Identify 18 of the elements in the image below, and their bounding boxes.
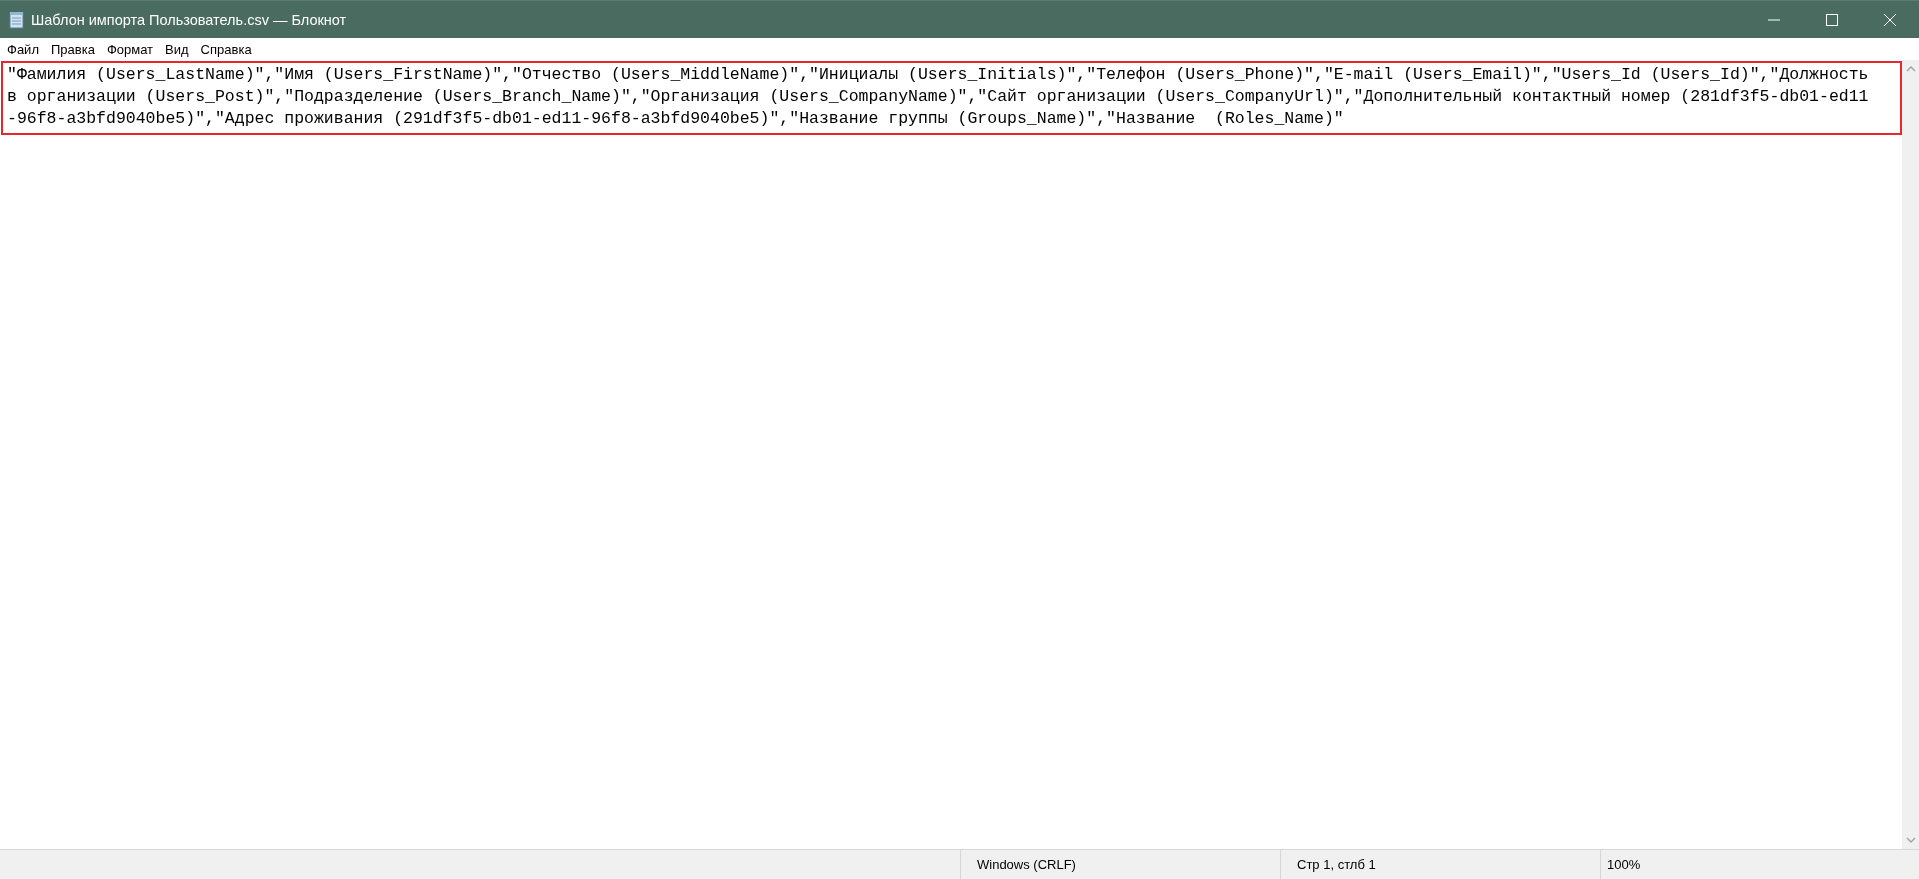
maximize-icon[interactable]: [1826, 13, 1838, 26]
window-title: Шаблон импорта Пользователь.csv — Блокнот: [31, 11, 348, 28]
cursor-position-label: Стр 1, стлб 1: [1297, 857, 1376, 872]
zoom-label: 100%: [1607, 857, 1641, 872]
line-ending-label: Windows (CRLF): [977, 857, 1076, 872]
scroll-up-icon[interactable]: [1905, 66, 1916, 72]
menu-item[interactable]: Формат: [100, 39, 160, 59]
notepad-icon: [9, 10, 25, 29]
text-line: в организации (Users_Post)","Подразделение (Users_Branch_Name)","Организация (Users_CompanyName)","Сайт организации (Users_CompanyUrl)","Дополнительный контактный номер (281df3f5-db01-ed11: [7, 86, 1870, 108]
menu-item[interactable]: Справка: [194, 39, 258, 59]
menu-item[interactable]: Вид: [159, 39, 195, 59]
menu-item[interactable]: Файл: [1, 39, 45, 59]
vertical-scrollbar[interactable]: [1902, 60, 1919, 849]
text-line: -96f8-a3bfd9040be5)","Адрес проживания (291df3f5-db01-ed11-96f8-a3bfd9040be5)","Название группы (Groups_Name)","Название (Roles_Name)": [7, 108, 1345, 130]
close-icon[interactable]: [1884, 13, 1896, 26]
menu-item[interactable]: Правка: [44, 39, 101, 59]
scroll-down-icon[interactable]: [1905, 837, 1916, 843]
text-line: "Фамилия (Users_LastName)","Имя (Users_FirstName)","Отчество (Users_MiddleName)","Инициалы (Users_Initials)","Телефон (Users_Phone)","E-mail (Users_Email)","Users_Id (Users_Id)","Должность: [7, 64, 1870, 86]
